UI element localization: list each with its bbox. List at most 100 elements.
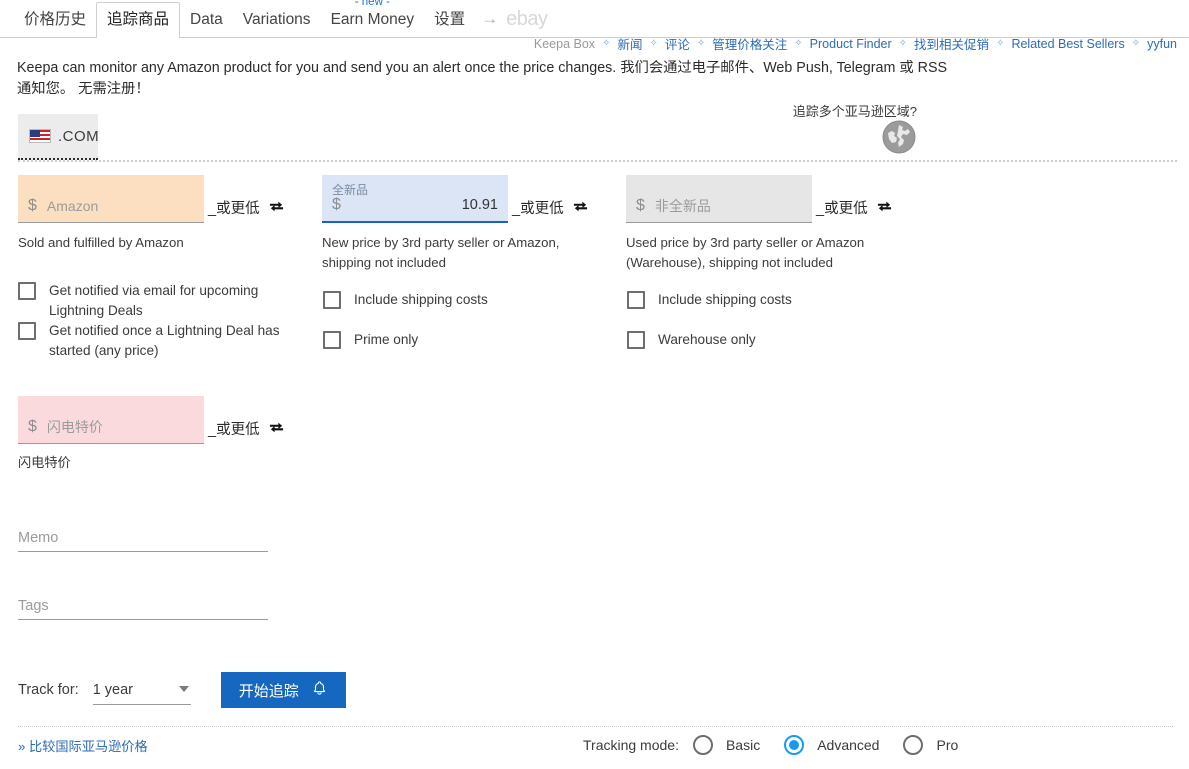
diamond-separator-icon: ✧ [696, 38, 706, 49]
checkbox-box[interactable] [18, 282, 36, 300]
domain-label: .COM [58, 127, 100, 145]
tab-track-product[interactable]: 追踪商品 [96, 2, 181, 38]
radio-label: Pro [936, 737, 959, 753]
checkbox-box[interactable] [627, 331, 645, 349]
price-input-lightning-deal[interactable]: $ 闪电特价 [18, 396, 204, 444]
tab-label: Variations [242, 11, 311, 28]
chevron-down-icon [178, 686, 189, 692]
price-label-new: 全新品 [332, 183, 369, 197]
link-product-finder[interactable]: Product Finder [810, 37, 892, 51]
swap-icon[interactable] [573, 199, 588, 223]
price-description-lightning: 闪电特价 [18, 455, 71, 470]
diamond-separator-icon: ✧ [794, 38, 803, 49]
checkbox-label: Include shipping costs [658, 292, 792, 307]
radio-button-selected[interactable] [784, 735, 805, 755]
tab-variations[interactable]: Variations [233, 7, 321, 37]
compare-international-prices-link[interactable]: » 比较国际亚马逊价格 [18, 736, 148, 755]
price-placeholder-amazon: Amazon [46, 198, 99, 214]
radio-label: Basic [725, 737, 761, 753]
radio-tracking-mode-basic[interactable]: Basic [692, 735, 774, 755]
link-user-account[interactable]: yyfun [1147, 37, 1177, 51]
track-duration-value: 1 year [92, 681, 134, 698]
bell-icon [311, 680, 328, 701]
keepa-track-product-page: 价格历史 追踪商品 Data Variations - new - Earn M… [0, 0, 1189, 769]
checkbox-box[interactable] [627, 291, 645, 309]
checkbox-label: Get notified via email for upcoming Ligh… [49, 283, 259, 318]
radio-tracking-mode-advanced[interactable]: Advanced [784, 735, 893, 755]
us-flag-icon [29, 129, 51, 143]
or-lower-suffix: _或更低 [816, 201, 868, 217]
domain-tab-com[interactable]: .COM [18, 114, 100, 160]
checkbox-warehouse-only[interactable]: Warehouse only [627, 330, 907, 350]
checkbox-label: Include shipping costs [354, 292, 488, 307]
footer-divider [18, 726, 1173, 727]
tags-input[interactable]: Tags [18, 590, 268, 620]
currency-symbol: $ [28, 197, 37, 214]
link-find-deals[interactable]: 找到相关促销 [914, 34, 989, 53]
price-description-new: New price by 3rd party seller or Amazon,… [322, 235, 560, 270]
price-placeholder-used: 非全新品 [654, 198, 711, 214]
tab-label: 价格历史 [24, 11, 87, 28]
checkbox-label: Warehouse only [658, 332, 756, 347]
link-reviews[interactable]: 评论 [665, 34, 690, 53]
tab-settings[interactable]: 设置 [424, 3, 475, 37]
price-input-amazon[interactable]: $ Amazon [18, 175, 204, 223]
radio-button[interactable] [692, 735, 713, 755]
tab-label: Data [190, 11, 223, 28]
swap-icon[interactable] [269, 199, 284, 223]
checkbox-lightning-deal-started[interactable]: Get notified once a Lightning Deal has s… [18, 321, 313, 361]
arrow-right-icon: → [481, 9, 499, 28]
checkbox-label: Get notified once a Lightning Deal has s… [49, 323, 280, 358]
price-field-lightning-group: $ 闪电特价 _或更低 [18, 396, 284, 444]
currency-symbol: $ [28, 418, 37, 435]
tab-label: 设置 [434, 11, 466, 28]
tracking-mode-row: Tracking mode: Basic Advanced Pro [583, 735, 982, 755]
tab-price-history[interactable]: 价格历史 [14, 3, 96, 37]
tab-data[interactable]: Data [180, 7, 233, 37]
swap-icon[interactable] [877, 199, 892, 223]
ebay-logo: ebay [506, 8, 548, 30]
start-tracking-button[interactable]: 开始追踪 [220, 672, 346, 708]
link-news[interactable]: 新闻 [617, 34, 642, 53]
price-description-used: Used price by 3rd party seller or Amazon… [626, 235, 865, 270]
diamond-separator-icon: ✧ [1131, 38, 1141, 49]
checkbox-prime-only[interactable]: Prime only [323, 330, 603, 350]
price-input-used[interactable]: $ 非全新品 [626, 175, 812, 223]
tags-placeholder: Tags [18, 598, 49, 614]
memo-placeholder: Memo [18, 530, 59, 546]
link-manage-price-watches[interactable]: 管理价格关注 [712, 34, 787, 53]
checkbox-box[interactable] [18, 322, 36, 340]
or-lower-suffix: _或更低 [208, 422, 260, 438]
checkbox-lightning-deal-upcoming[interactable]: Get notified via email for upcoming Ligh… [18, 281, 313, 321]
radio-tracking-mode-pro[interactable]: Pro [903, 735, 972, 755]
tab-label: 追踪商品 [107, 11, 170, 28]
domain-selector-row: .COM [18, 114, 1177, 162]
price-description-amazon: Sold and fulfilled by Amazon [18, 235, 184, 250]
new-badge: - new - [354, 0, 390, 8]
keepa-box-label: Keepa Box [533, 36, 596, 51]
or-lower-suffix: _或更低 [512, 201, 564, 217]
track-for-label: Track for: [18, 682, 79, 698]
diamond-separator-icon: ✧ [996, 38, 1005, 49]
swap-icon[interactable] [269, 420, 284, 444]
main-tab-bar: 价格历史 追踪商品 Data Variations - new - Earn M… [0, 0, 1189, 38]
price-input-new[interactable]: 全新品 $ 10.91 [322, 175, 508, 223]
price-placeholder-lightning: 闪电特价 [46, 419, 103, 435]
track-duration-select[interactable]: 1 year [92, 675, 191, 705]
checkbox-box[interactable] [323, 291, 341, 309]
tracking-mode-label: Tracking mode: [583, 737, 679, 753]
track-duration-row: Track for: 1 year 开始追踪 [18, 672, 346, 708]
memo-input[interactable]: Memo [18, 522, 268, 552]
checkbox-box[interactable] [323, 331, 341, 349]
radio-button[interactable] [903, 735, 924, 755]
tab-earn-money[interactable]: - new - Earn Money [321, 0, 425, 37]
secondary-link-bar: Keepa Box ✧ 新闻 ✧ 评论 ✧ 管理价格关注 ✧ Product F… [534, 34, 1177, 53]
link-related-best-sellers[interactable]: Related Best Sellers [1011, 37, 1124, 51]
checkbox-new-include-shipping[interactable]: Include shipping costs [323, 290, 603, 310]
price-field-used-group: $ 非全新品 _或更低 [626, 175, 892, 223]
intro-description: Keepa can monitor any Amazon product for… [17, 60, 948, 97]
radio-label: Advanced [817, 737, 880, 753]
checkbox-label: Prime only [354, 332, 419, 347]
checkbox-used-include-shipping[interactable]: Include shipping costs [627, 290, 907, 310]
currency-symbol: $ [332, 196, 341, 213]
